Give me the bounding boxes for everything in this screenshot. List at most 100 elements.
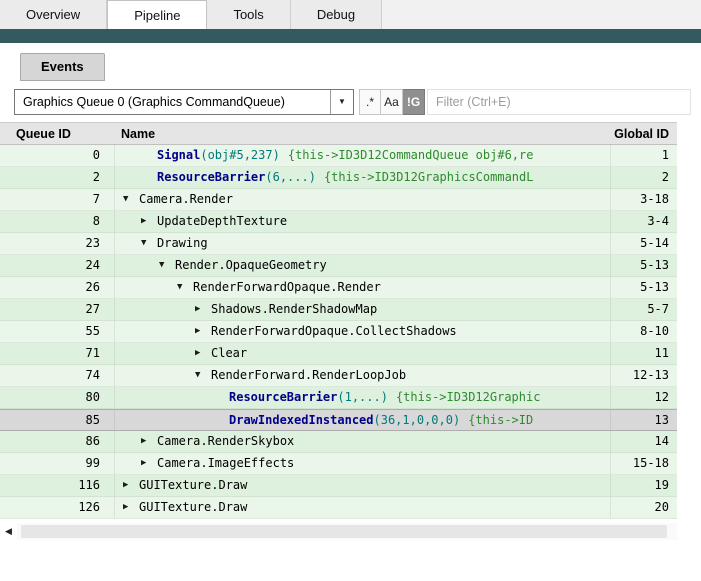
global-id-cell: 11 <box>610 343 677 364</box>
queue-select[interactable]: Graphics Queue 0 (Graphics CommandQueue)… <box>14 89 354 115</box>
table-row[interactable]: 99 ▶ Camera.ImageEffects 15-18 <box>0 453 677 475</box>
table-row[interactable]: 8 ▶ UpdateDepthTexture 3-4 <box>0 211 677 233</box>
queue-id-cell: 7 <box>0 189 115 210</box>
name-cell: ▼ RenderForwardOpaque.Render <box>115 277 610 298</box>
name-cell: ResourceBarrier (1,...) {this->ID3D12Gra… <box>115 387 610 408</box>
table-row[interactable]: 2 ResourceBarrier (6,...) {this->ID3D12G… <box>0 167 677 189</box>
event-marker-label: GUITexture.Draw <box>139 497 247 518</box>
scrollbar-thumb[interactable] <box>21 525 667 538</box>
name-cell: ▼ Camera.Render <box>115 189 610 210</box>
table-row[interactable]: 126 ▶ GUITexture.Draw 20 <box>0 497 677 519</box>
queue-id-cell: 80 <box>0 387 115 408</box>
table-row[interactable]: 71 ▶ Clear 11 <box>0 343 677 365</box>
expand-arrow-icon[interactable]: ▼ <box>177 277 193 298</box>
table-row[interactable]: 26 ▼ RenderForwardOpaque.Render 5-13 <box>0 277 677 299</box>
queue-id-cell: 74 <box>0 365 115 386</box>
main-tab[interactable]: Overview <box>0 0 107 29</box>
filter-input[interactable] <box>427 89 691 115</box>
table-row[interactable]: 0 Signal (obj#5,237) {this->ID3D12Comman… <box>0 145 677 167</box>
api-call-name: ResourceBarrier <box>229 387 337 408</box>
scrollbar-track[interactable] <box>17 523 677 540</box>
main-tabbar: Overview Pipeline Tools Debug <box>0 0 701 29</box>
global-id-cell: 15-18 <box>610 453 677 474</box>
global-id-cell: 3-4 <box>610 211 677 232</box>
event-marker-label: Clear <box>211 343 247 364</box>
table-row[interactable]: 116 ▶ GUITexture.Draw 19 <box>0 475 677 497</box>
api-call-name: DrawIndexedInstanced <box>229 410 374 430</box>
global-id-cell: 12-13 <box>610 365 677 386</box>
queue-id-cell: 8 <box>0 211 115 232</box>
table-row[interactable]: 7 ▼ Camera.Render 3-18 <box>0 189 677 211</box>
name-cell: ▼ Drawing <box>115 233 610 254</box>
expand-arrow-icon[interactable]: ▶ <box>141 211 157 232</box>
main-tab[interactable]: Debug <box>291 0 382 29</box>
table-row[interactable]: 24 ▼ Render.OpaqueGeometry 5-13 <box>0 255 677 277</box>
queue-id-cell: 116 <box>0 475 115 496</box>
name-cell: ▼ Render.OpaqueGeometry <box>115 255 610 276</box>
expand-arrow-icon[interactable]: ▶ <box>195 299 211 320</box>
queue-id-cell: 71 <box>0 343 115 364</box>
queue-id-cell: 85 <box>0 410 115 430</box>
table-row[interactable]: 74 ▼ RenderForward.RenderLoopJob 12-13 <box>0 365 677 387</box>
table-row[interactable]: 55 ▶ RenderForwardOpaque.CollectShadows … <box>0 321 677 343</box>
global-id-cell: 3-18 <box>610 189 677 210</box>
column-header-queue-id: Queue ID <box>0 123 115 144</box>
global-id-cell: 12 <box>610 387 677 408</box>
queue-id-cell: 24 <box>0 255 115 276</box>
events-panel: Events Graphics Queue 0 (Graphics Comman… <box>0 43 701 540</box>
expand-arrow-icon[interactable]: ▶ <box>195 321 211 342</box>
table-row[interactable]: 86 ▶ Camera.RenderSkybox 14 <box>0 431 677 453</box>
case-sensitive-toggle-button[interactable]: Aa <box>381 89 403 115</box>
event-marker-label: Camera.Render <box>139 189 233 210</box>
api-call-this-pointer: {this->ID3D12Graphic <box>396 387 541 408</box>
expand-arrow-icon[interactable]: ▶ <box>195 343 211 364</box>
expand-arrow-icon[interactable]: ▶ <box>123 497 139 518</box>
filter-mode-toggle-button[interactable]: !G <box>403 89 425 115</box>
table-row[interactable]: 85 DrawIndexedInstanced (36,1,0,0,0) {th… <box>0 409 677 431</box>
dock-separator <box>0 29 701 43</box>
table-header: Queue ID Name Global ID <box>0 122 677 145</box>
event-marker-label: RenderForwardOpaque.Render <box>193 277 381 298</box>
name-cell: ▶ Camera.RenderSkybox <box>115 431 610 452</box>
expand-arrow-icon[interactable]: ▶ <box>141 453 157 474</box>
expand-arrow-icon[interactable]: ▼ <box>141 233 157 254</box>
queue-id-cell: 55 <box>0 321 115 342</box>
expand-arrow-icon[interactable]: ▼ <box>159 255 175 276</box>
event-marker-label: Drawing <box>157 233 208 254</box>
api-call-params: (obj#5,237) <box>200 145 279 166</box>
expand-arrow-icon[interactable]: ▶ <box>141 431 157 452</box>
name-cell: ▶ RenderForwardOpaque.CollectShadows <box>115 321 610 342</box>
table-row[interactable]: 80 ResourceBarrier (1,...) {this->ID3D12… <box>0 387 677 409</box>
expand-arrow-icon[interactable]: ▼ <box>123 189 139 210</box>
name-cell: ▶ Clear <box>115 343 610 364</box>
name-cell: ▶ GUITexture.Draw <box>115 475 610 496</box>
table-row[interactable]: 27 ▶ Shadows.RenderShadowMap 5-7 <box>0 299 677 321</box>
event-marker-label: Render.OpaqueGeometry <box>175 255 327 276</box>
expand-arrow-icon[interactable]: ▶ <box>123 475 139 496</box>
scroll-left-button[interactable]: ◀ <box>0 523 17 540</box>
name-cell: ▶ GUITexture.Draw <box>115 497 610 518</box>
api-call-name: Signal <box>157 145 200 166</box>
global-id-cell: 19 <box>610 475 677 496</box>
expand-arrow-icon[interactable]: ▼ <box>195 365 211 386</box>
chevron-down-icon[interactable]: ▼ <box>330 90 353 114</box>
global-id-cell: 5-13 <box>610 277 677 298</box>
event-marker-label: UpdateDepthTexture <box>157 211 287 232</box>
regex-toggle-button[interactable]: .* <box>359 89 381 115</box>
queue-id-cell: 99 <box>0 453 115 474</box>
api-call-params: (36,1,0,0,0) <box>374 410 461 430</box>
global-id-cell: 5-14 <box>610 233 677 254</box>
column-header-global-id: Global ID <box>610 123 677 144</box>
global-id-cell: 8-10 <box>610 321 677 342</box>
api-call-this-pointer: {this->ID <box>468 410 533 430</box>
api-call-this-pointer: {this->ID3D12GraphicsCommandL <box>324 167 534 188</box>
table-row[interactable]: 23 ▼ Drawing 5-14 <box>0 233 677 255</box>
queue-id-cell: 26 <box>0 277 115 298</box>
name-cell: DrawIndexedInstanced (36,1,0,0,0) {this-… <box>115 410 610 430</box>
api-call-params: (1,...) <box>337 387 388 408</box>
global-id-cell: 20 <box>610 497 677 518</box>
main-tab[interactable]: Tools <box>207 0 290 29</box>
main-tab[interactable]: Pipeline <box>107 0 207 29</box>
tab-events[interactable]: Events <box>20 53 105 81</box>
horizontal-scrollbar[interactable]: ◀ <box>0 523 677 540</box>
